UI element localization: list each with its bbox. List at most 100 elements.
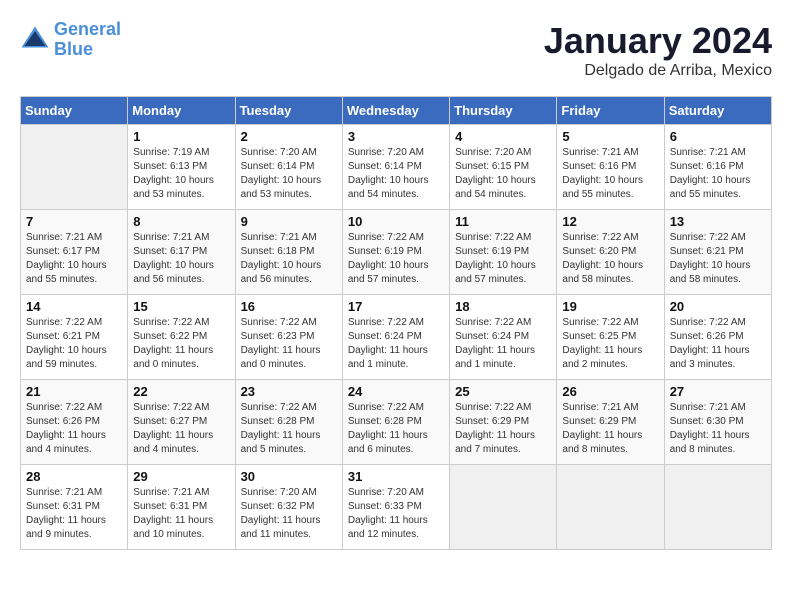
day-number: 11 — [455, 214, 551, 229]
calendar-cell: 29Sunrise: 7:21 AM Sunset: 6:31 PM Dayli… — [128, 465, 235, 550]
day-info: Sunrise: 7:22 AM Sunset: 6:28 PM Dayligh… — [241, 401, 337, 457]
calendar-table: SundayMondayTuesdayWednesdayThursdayFrid… — [20, 96, 772, 550]
calendar-cell: 14Sunrise: 7:22 AM Sunset: 6:21 PM Dayli… — [21, 295, 128, 380]
day-number: 5 — [562, 129, 658, 144]
calendar-cell: 4 Sunrise: 7:20 AM Sunset: 6:15 PM Daylig… — [450, 125, 557, 210]
calendar-header-sunday: Sunday — [21, 97, 128, 125]
day-number: 14 — [26, 299, 122, 314]
day-number: 30 — [241, 469, 337, 484]
month-title: January 2024 — [544, 20, 772, 62]
day-number: 6 — [670, 129, 766, 144]
day-info: Sunrise: 7:20 AM Sunset: 6:33 PM Dayligh… — [348, 486, 444, 542]
day-number: 9 — [241, 214, 337, 229]
day-info: Sunrise: 7:21 AM Sunset: 6:30 PM Dayligh… — [670, 401, 766, 457]
week-row-5: 28Sunrise: 7:21 AM Sunset: 6:31 PM Dayli… — [21, 465, 772, 550]
calendar-cell: 1Sunrise: 7:19 AM Sunset: 6:13 PM Daylig… — [128, 125, 235, 210]
day-info: Sunrise: 7:22 AM Sunset: 6:22 PM Dayligh… — [133, 316, 229, 372]
day-number: 1 — [133, 129, 229, 144]
calendar-cell: 24Sunrise: 7:22 AM Sunset: 6:28 PM Dayli… — [342, 380, 449, 465]
logo: General Blue — [20, 20, 121, 60]
calendar-cell: 13Sunrise: 7:22 AM Sunset: 6:21 PM Dayli… — [664, 210, 771, 295]
calendar-header-wednesday: Wednesday — [342, 97, 449, 125]
day-info: Sunrise: 7:21 AM Sunset: 6:16 PM Dayligh… — [562, 146, 658, 202]
day-info: Sunrise: 7:22 AM Sunset: 6:29 PM Dayligh… — [455, 401, 551, 457]
day-info: Sunrise: 7:21 AM Sunset: 6:31 PM Dayligh… — [133, 486, 229, 542]
day-info: Sunrise: 7:22 AM Sunset: 6:26 PM Dayligh… — [26, 401, 122, 457]
calendar-header-tuesday: Tuesday — [235, 97, 342, 125]
day-info: Sunrise: 7:22 AM Sunset: 6:20 PM Dayligh… — [562, 231, 658, 287]
title-section: January 2024 Delgado de Arriba, Mexico — [544, 20, 772, 80]
day-info: Sunrise: 7:22 AM Sunset: 6:21 PM Dayligh… — [670, 231, 766, 287]
day-info: Sunrise: 7:22 AM Sunset: 6:23 PM Dayligh… — [241, 316, 337, 372]
calendar-cell: 5 Sunrise: 7:21 AM Sunset: 6:16 PM Daylig… — [557, 125, 664, 210]
day-number: 19 — [562, 299, 658, 314]
day-info: Sunrise: 7:22 AM Sunset: 6:28 PM Dayligh… — [348, 401, 444, 457]
day-number: 26 — [562, 384, 658, 399]
calendar-cell: 10Sunrise: 7:22 AM Sunset: 6:19 PM Dayli… — [342, 210, 449, 295]
calendar-cell: 7 Sunrise: 7:21 AM Sunset: 6:17 PM Daylig… — [21, 210, 128, 295]
day-info: Sunrise: 7:22 AM Sunset: 6:25 PM Dayligh… — [562, 316, 658, 372]
day-info: Sunrise: 7:20 AM Sunset: 6:14 PM Dayligh… — [348, 146, 444, 202]
calendar-cell: 21 Sunrise: 7:22 AM Sunset: 6:26 PM Dayli… — [21, 380, 128, 465]
calendar-cell: 25 Sunrise: 7:22 AM Sunset: 6:29 PM Dayli… — [450, 380, 557, 465]
logo-icon — [20, 25, 50, 55]
calendar-cell: 12 Sunrise: 7:22 AM Sunset: 6:20 PM Dayli… — [557, 210, 664, 295]
day-info: Sunrise: 7:20 AM Sunset: 6:14 PM Dayligh… — [241, 146, 337, 202]
calendar-cell: 30 Sunrise: 7:20 AM Sunset: 6:32 PM Dayli… — [235, 465, 342, 550]
calendar-cell: 20 Sunrise: 7:22 AM Sunset: 6:26 PM Dayli… — [664, 295, 771, 380]
day-number: 10 — [348, 214, 444, 229]
week-row-1: 1Sunrise: 7:19 AM Sunset: 6:13 PM Daylig… — [21, 125, 772, 210]
calendar-cell: 17 Sunrise: 7:22 AM Sunset: 6:24 PM Dayli… — [342, 295, 449, 380]
calendar-cell: 9Sunrise: 7:21 AM Sunset: 6:18 PM Daylig… — [235, 210, 342, 295]
day-number: 18 — [455, 299, 551, 314]
day-number: 12 — [562, 214, 658, 229]
calendar-cell: 11 Sunrise: 7:22 AM Sunset: 6:19 PM Dayli… — [450, 210, 557, 295]
day-number: 21 — [26, 384, 122, 399]
calendar-cell — [557, 465, 664, 550]
page-header: General Blue January 2024 Delgado de Arr… — [20, 20, 772, 80]
calendar-header-thursday: Thursday — [450, 97, 557, 125]
week-row-3: 14Sunrise: 7:22 AM Sunset: 6:21 PM Dayli… — [21, 295, 772, 380]
calendar-header-saturday: Saturday — [664, 97, 771, 125]
day-info: Sunrise: 7:20 AM Sunset: 6:32 PM Dayligh… — [241, 486, 337, 542]
day-number: 8 — [133, 214, 229, 229]
day-info: Sunrise: 7:22 AM Sunset: 6:19 PM Dayligh… — [455, 231, 551, 287]
day-number: 15 — [133, 299, 229, 314]
week-row-4: 21 Sunrise: 7:22 AM Sunset: 6:26 PM Dayli… — [21, 380, 772, 465]
logo-line1: General — [54, 19, 121, 39]
calendar-cell: 2 Sunrise: 7:20 AM Sunset: 6:14 PM Daylig… — [235, 125, 342, 210]
day-info: Sunrise: 7:20 AM Sunset: 6:15 PM Dayligh… — [455, 146, 551, 202]
day-number: 22 — [133, 384, 229, 399]
day-number: 2 — [241, 129, 337, 144]
day-info: Sunrise: 7:22 AM Sunset: 6:24 PM Dayligh… — [455, 316, 551, 372]
day-number: 31 — [348, 469, 444, 484]
logo-text: General Blue — [54, 20, 121, 60]
day-number: 23 — [241, 384, 337, 399]
day-number: 3 — [348, 129, 444, 144]
location: Delgado de Arriba, Mexico — [544, 62, 772, 80]
day-number: 7 — [26, 214, 122, 229]
day-info: Sunrise: 7:21 AM Sunset: 6:17 PM Dayligh… — [26, 231, 122, 287]
day-number: 25 — [455, 384, 551, 399]
day-number: 17 — [348, 299, 444, 314]
calendar-cell — [21, 125, 128, 210]
day-info: Sunrise: 7:22 AM Sunset: 6:26 PM Dayligh… — [670, 316, 766, 372]
calendar-header-friday: Friday — [557, 97, 664, 125]
calendar-header-monday: Monday — [128, 97, 235, 125]
day-info: Sunrise: 7:21 AM Sunset: 6:16 PM Dayligh… — [670, 146, 766, 202]
day-info: Sunrise: 7:22 AM Sunset: 6:27 PM Dayligh… — [133, 401, 229, 457]
day-number: 27 — [670, 384, 766, 399]
day-info: Sunrise: 7:21 AM Sunset: 6:17 PM Dayligh… — [133, 231, 229, 287]
day-number: 4 — [455, 129, 551, 144]
calendar-cell: 19 Sunrise: 7:22 AM Sunset: 6:25 PM Dayli… — [557, 295, 664, 380]
calendar-cell: 23 Sunrise: 7:22 AM Sunset: 6:28 PM Dayli… — [235, 380, 342, 465]
calendar-cell: 6 Sunrise: 7:21 AM Sunset: 6:16 PM Daylig… — [664, 125, 771, 210]
calendar-cell — [450, 465, 557, 550]
calendar-cell: 16 Sunrise: 7:22 AM Sunset: 6:23 PM Dayli… — [235, 295, 342, 380]
day-info: Sunrise: 7:21 AM Sunset: 6:29 PM Dayligh… — [562, 401, 658, 457]
calendar-cell: 28Sunrise: 7:21 AM Sunset: 6:31 PM Dayli… — [21, 465, 128, 550]
day-info: Sunrise: 7:22 AM Sunset: 6:24 PM Dayligh… — [348, 316, 444, 372]
calendar-cell: 3 Sunrise: 7:20 AM Sunset: 6:14 PM Daylig… — [342, 125, 449, 210]
day-number: 16 — [241, 299, 337, 314]
day-number: 20 — [670, 299, 766, 314]
